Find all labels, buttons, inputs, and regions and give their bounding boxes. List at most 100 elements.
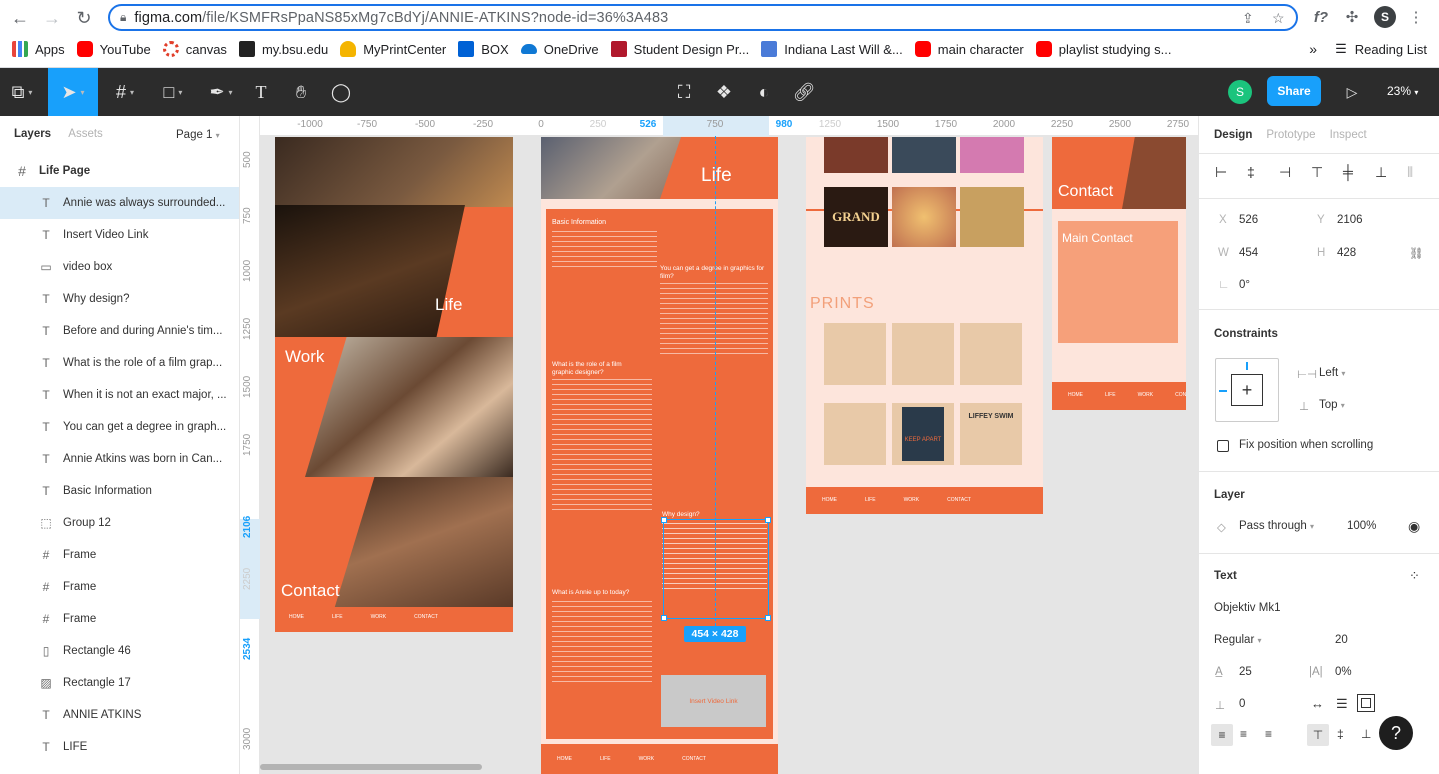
layer-row[interactable]: ▯ Rectangle 46 [0, 635, 239, 667]
design-canvas[interactable]: -1000 -750 -500 -250 0 250 526 750 980 1250 1500 17… [240, 116, 1198, 774]
frame-tool-button[interactable]: # ▾ [102, 68, 148, 116]
nav-contact[interactable]: CONTACT [947, 497, 971, 504]
nav-contact[interactable]: CONTA [1175, 392, 1186, 400]
bookmark-playlist[interactable]: playlist studying s... [1035, 41, 1171, 57]
nav-home[interactable]: HOME [1068, 392, 1083, 400]
mask-tool-button[interactable]: ◐ [750, 68, 778, 116]
font-family-select[interactable]: Objektiv Mk1 [1214, 602, 1280, 614]
align-center-v-icon[interactable]: ╪ [1343, 164, 1353, 180]
align-center-h-icon[interactable]: ‡ [1247, 164, 1255, 180]
forward-icon[interactable]: → [40, 6, 64, 30]
font-weight-select[interactable]: Regular ▾ [1214, 634, 1262, 646]
extensions-puzzle-icon[interactable]: ✣ [1341, 6, 1363, 28]
tab-inspect[interactable]: Inspect [1330, 129, 1367, 141]
video-box[interactable]: Insert Video Link [661, 675, 766, 727]
page-selector[interactable]: Page 1 ▾ [176, 129, 220, 141]
back-icon[interactable]: ← [8, 6, 32, 30]
fixed-size-button[interactable] [1357, 694, 1375, 712]
horizontal-scrollbar[interactable] [260, 764, 482, 770]
constraint-top-bar[interactable] [1246, 362, 1248, 370]
text-align-right-icon[interactable]: ≡ [1265, 727, 1272, 741]
layer-row[interactable]: # Frame [0, 539, 239, 571]
bookmark-student-design[interactable]: Student Design Pr... [610, 41, 749, 57]
h-input[interactable]: 428 [1337, 247, 1356, 259]
text-tool-button[interactable]: T [246, 68, 276, 116]
opacity-input[interactable]: 100% [1347, 520, 1376, 532]
align-top-icon[interactable]: ⊤ [1311, 164, 1323, 181]
hand-tool-button[interactable]: ✋︎ [286, 68, 316, 116]
layer-row[interactable]: ⬚ Group 12 [0, 507, 239, 539]
nav-work[interactable]: WORK [371, 614, 387, 625]
fx-extension-icon[interactable]: f? [1310, 6, 1332, 28]
bookmark-box[interactable]: BOX [458, 41, 509, 57]
main-menu-button[interactable]: ⧉ ▾ [0, 68, 44, 116]
nav-life[interactable]: LIFE [1105, 392, 1116, 400]
nav-contact[interactable]: CONTACT [682, 756, 706, 762]
bookmark-myprintcenter[interactable]: MyPrintCenter [340, 41, 446, 57]
nav-contact[interactable]: CONTACT [414, 614, 438, 625]
comment-tool-button[interactable]: ◯ [326, 68, 356, 116]
resize-handle[interactable] [661, 615, 667, 621]
y-input[interactable]: 2106 [1337, 214, 1363, 226]
browser-menu-icon[interactable]: ⋮ [1405, 6, 1427, 28]
collaborator-avatar[interactable]: S [1228, 80, 1252, 104]
auto-width-icon[interactable]: ↔ [1311, 696, 1324, 711]
bookmark-youtube[interactable]: YouTube [76, 41, 151, 57]
constraint-left-bar[interactable] [1219, 390, 1227, 392]
bookmark-bsu[interactable]: my.bsu.edu [238, 41, 328, 57]
layer-row[interactable]: # Frame [0, 571, 239, 603]
align-left-icon[interactable]: ⊢ [1215, 164, 1227, 181]
nav-life[interactable]: LIFE [865, 497, 876, 504]
nav-life[interactable]: LIFE [332, 614, 343, 625]
share-button[interactable]: Share [1267, 76, 1321, 106]
layer-row[interactable]: T ANNIE ATKINS [0, 699, 239, 731]
frame-home-page[interactable]: Life Work Contact HOME LIFE WORK CONTACT [275, 137, 513, 632]
nav-work[interactable]: WORK [1138, 392, 1154, 400]
distribute-icon[interactable]: ⦀ [1407, 164, 1413, 181]
frame-contact-page[interactable]: Contact Main Contact HOME LIFE WORK CONT… [1052, 137, 1186, 410]
crop-tool-button[interactable]: ⛶ [670, 68, 698, 116]
layer-row[interactable]: T Annie Atkins was born in Can... [0, 443, 239, 475]
layer-row[interactable]: T Insert Video Link [0, 219, 239, 251]
resize-handle[interactable] [661, 517, 667, 523]
nav-work[interactable]: WORK [904, 497, 920, 504]
rotation-input[interactable]: 0° [1239, 279, 1250, 291]
bookmark-main-character[interactable]: main character [914, 41, 1024, 57]
layer-row[interactable]: T Basic Information [0, 475, 239, 507]
layer-row[interactable]: ▭ video box [0, 251, 239, 283]
frame-work-page[interactable]: GRAND PRINTS KEEP APART LIFFEY SWIM HOME… [806, 137, 1043, 514]
resize-handle[interactable] [765, 517, 771, 523]
address-bar[interactable]: 🔒︎ figma.com/file/KSMFRsPpaNS85xMg7cBdYj… [108, 4, 1298, 31]
layer-row[interactable]: T You can get a degree in graph... [0, 411, 239, 443]
layer-row[interactable]: T Annie was always surrounded... [0, 187, 239, 219]
help-button[interactable]: ? [1379, 716, 1413, 750]
nav-home[interactable]: HOME [557, 756, 572, 762]
reload-icon[interactable]: ↻ [72, 6, 96, 30]
layer-row[interactable]: T LIFE [0, 731, 239, 763]
resize-handle[interactable] [765, 615, 771, 621]
fix-position-checkbox[interactable] [1217, 440, 1229, 452]
layer-row-frame[interactable]: # Life Page [0, 155, 239, 187]
auto-height-icon[interactable]: ☰ [1336, 696, 1348, 712]
paragraph-spacing-input[interactable]: 0 [1239, 698, 1245, 710]
visibility-eye-icon[interactable]: ◉ [1408, 518, 1420, 535]
w-input[interactable]: 454 [1239, 247, 1258, 259]
layer-row[interactable]: # Frame [0, 603, 239, 635]
align-top-text-icon[interactable]: ⊤ [1307, 724, 1329, 746]
tab-assets[interactable]: Assets [68, 128, 103, 140]
text-styles-grid-icon[interactable]: ⁘ [1409, 568, 1420, 584]
layer-row[interactable]: T When it is not an exact major, ... [0, 379, 239, 411]
align-bottom-icon[interactable]: ⊥ [1375, 164, 1387, 181]
frame-life-page[interactable]: Life Basic Information You can get a deg… [541, 137, 778, 774]
nav-work[interactable]: WORK [639, 756, 655, 762]
text-align-left-icon[interactable]: ≡ [1211, 724, 1233, 746]
tab-design[interactable]: Design [1214, 129, 1252, 141]
profile-avatar[interactable]: S [1374, 6, 1396, 28]
link-tool-button[interactable]: 🔗︎ [790, 68, 818, 116]
line-height-input[interactable]: 25 [1239, 666, 1252, 678]
shape-tool-button[interactable]: □ ▾ [150, 68, 196, 116]
component-tool-button[interactable]: ❖ [710, 68, 738, 116]
text-align-center-icon[interactable]: ≡ [1240, 727, 1247, 741]
align-middle-text-icon[interactable]: ‡ [1337, 727, 1344, 741]
layer-row[interactable]: ▨ Rectangle 17 [0, 667, 239, 699]
